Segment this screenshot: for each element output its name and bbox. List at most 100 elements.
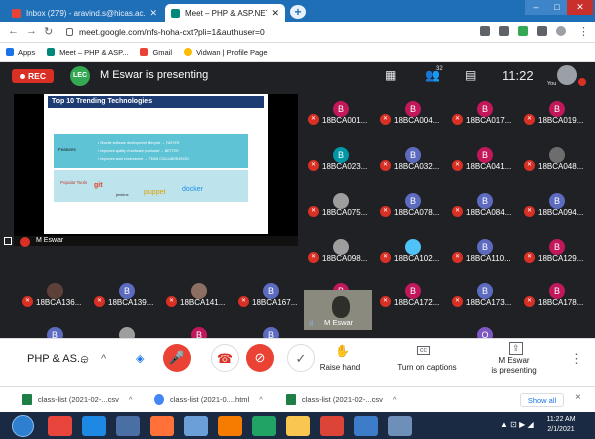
chat-icon[interactable]: ▤ <box>465 68 476 82</box>
more-options-icon[interactable]: ⋮ <box>570 351 583 367</box>
minimize-icon[interactable]: – <box>525 0 547 15</box>
hang-up-button[interactable]: ☎ <box>211 344 239 372</box>
new-tab-button[interactable]: + <box>290 5 306 19</box>
bookmark-gmail[interactable]: Gmail <box>140 48 172 57</box>
mic-toggle-button[interactable]: 🎤 <box>163 344 191 372</box>
show-all-button[interactable]: Show all <box>520 393 564 407</box>
explorer-taskbar-icon[interactable] <box>286 416 310 436</box>
download-item[interactable]: class-list (2021-02-...csv ^ <box>286 394 396 405</box>
participant-tile[interactable]: B ✕ 18BCA041... <box>448 144 516 176</box>
participant-tile[interactable]: B ✕ 18BCA019... <box>520 98 588 130</box>
participant-tile[interactable]: B ✕ 18BCA094... <box>520 190 588 222</box>
chevron-up-icon[interactable]: ^ <box>101 353 106 365</box>
raise-hand-label[interactable]: Raise hand <box>318 363 362 372</box>
menu-dots-icon[interactable]: ⋮ <box>578 25 589 38</box>
ie-taskbar-icon[interactable] <box>82 416 106 436</box>
self-face <box>332 296 350 318</box>
bookmarks-bar: Apps Meet – PHP & ASP... Gmail Vidwan | … <box>0 43 595 62</box>
download-item[interactable]: class-list (2021-0....html ^ <box>154 394 263 405</box>
presenter-avatar: LEC <box>70 66 90 86</box>
participant-tile[interactable]: ✕ 18BCA048... <box>520 144 588 176</box>
camera-slash-icon: ⊘ <box>254 350 266 365</box>
participant-avatar: B <box>333 101 349 117</box>
app10-taskbar-icon[interactable] <box>354 416 378 436</box>
chrome-taskbar-icon[interactable] <box>48 416 72 436</box>
participant-tile[interactable]: B ✕ 18BCA023... <box>304 144 372 176</box>
url-bar[interactable]: meet.google.com/nfs-hoha-cxt?pli=1&authu… <box>66 24 466 40</box>
self-video-tile[interactable]: ıl M Eswar <box>304 290 372 330</box>
system-tray-icons[interactable]: ▲ ⊡ ▶ ◢ <box>500 420 534 429</box>
camera-toggle-button[interactable]: ⊘ <box>246 344 274 372</box>
tab-gmail[interactable]: Inbox (279) - aravind.s@hicas.ac... ✕ <box>6 4 163 22</box>
chevron-up-icon[interactable]: ^ <box>393 395 397 404</box>
reload-icon[interactable]: ↻ <box>44 25 53 38</box>
bookmark-meet[interactable]: Meet – PHP & ASP... <box>47 48 128 57</box>
taskbar-clock[interactable]: 11:22 AM 2/1/2021 <box>541 415 581 435</box>
participant-tile[interactable]: B ✕ 18BCA178... <box>520 280 588 312</box>
participant-name: 18BCA110... <box>466 254 511 263</box>
download-item[interactable]: class-list (2021-02-...csv ^ <box>22 394 132 405</box>
bookmark-vidwan[interactable]: Vidwan | Profile Page <box>184 48 268 57</box>
participant-tile[interactable]: B ✕ 18BCA110... <box>448 236 516 268</box>
hand-icon[interactable]: ✋ <box>335 344 350 358</box>
check-button[interactable]: ✓ <box>287 344 315 372</box>
maximize-icon[interactable]: □ <box>547 0 567 15</box>
participant-tile[interactable]: B ✕ 18BCA017... <box>448 98 516 130</box>
back-icon[interactable]: ← <box>8 25 19 37</box>
app11-taskbar-icon[interactable] <box>388 416 412 436</box>
firefox-taskbar-icon[interactable] <box>150 416 174 436</box>
chevron-up-icon[interactable]: ^ <box>259 395 263 404</box>
chevron-up-icon[interactable]: ^ <box>129 395 133 404</box>
presenting-line2[interactable]: is presenting <box>482 366 546 375</box>
star-icon[interactable] <box>499 26 509 36</box>
extension-grid-icon[interactable] <box>518 26 528 36</box>
link-icon[interactable]: ⊖ <box>80 353 89 366</box>
close-tab-icon[interactable]: ✕ <box>271 8 279 19</box>
participant-tile[interactable]: B ✕ 18BCA032... <box>376 144 444 176</box>
participant-tile[interactable]: ✕ 18BCA136... <box>18 280 86 312</box>
meet-header: REC LEC M Eswar is presenting ▦ 👥 32 ▤ 1… <box>0 62 595 90</box>
gmail-icon <box>140 48 149 56</box>
tools-box: Popular Tools git jenkins puppet docker <box>54 170 248 202</box>
excel-taskbar-icon[interactable] <box>252 416 276 436</box>
camera-permission-icon[interactable] <box>480 26 490 36</box>
participant-tile[interactable]: B ✕ 18BCA078... <box>376 190 444 222</box>
layout-grid-icon[interactable]: ▦ <box>385 68 396 82</box>
profile-icon[interactable] <box>556 26 566 36</box>
files-taskbar-icon[interactable] <box>184 416 208 436</box>
window-close-icon[interactable]: ✕ <box>567 0 593 15</box>
captions-label[interactable]: Turn on captions <box>392 363 462 372</box>
participant-tile[interactable]: ✕ 18BCA075... <box>304 190 372 222</box>
bookmark-apps[interactable]: Apps <box>6 48 35 57</box>
meeting-name[interactable]: PHP & AS... <box>27 353 86 365</box>
captions-icon[interactable]: cc <box>417 346 430 355</box>
media-taskbar-icon[interactable] <box>116 416 140 436</box>
shared-screen[interactable]: Top 10 Trending Technologies Features • … <box>14 94 298 246</box>
participant-tile[interactable]: B ✕ 18BCA173... <box>448 280 516 312</box>
participant-tile[interactable]: ✕ 18BCA098... <box>304 236 372 268</box>
close-tab-icon[interactable]: ✕ <box>149 8 157 19</box>
mic-slash-icon: 🎤 <box>168 350 186 365</box>
participant-tile[interactable]: B ✕ 18BCA139... <box>90 280 158 312</box>
tab-label: Inbox (279) - aravind.s@hicas.ac... <box>26 8 146 18</box>
presenting-line1[interactable]: M Eswar <box>482 356 546 365</box>
tab-meet[interactable]: Meet – PHP & ASP.NET (16C ✕ <box>165 4 285 22</box>
shield-icon[interactable]: ◈ <box>136 352 144 365</box>
participant-tile[interactable]: B ✕ 18BCA004... <box>376 98 444 130</box>
participant-tile[interactable]: B ✕ 18BCA001... <box>304 98 372 130</box>
gmail-favicon-icon <box>12 8 21 18</box>
participant-tile[interactable]: B ✕ 18BCA172... <box>376 280 444 312</box>
you-avatar[interactable] <box>557 65 577 85</box>
puzzle-icon[interactable] <box>537 26 547 36</box>
vlc-taskbar-icon[interactable] <box>218 416 242 436</box>
participant-tile[interactable]: B ✕ 18BCA129... <box>520 236 588 268</box>
present-now-icon[interactable]: ⇪ <box>509 342 523 355</box>
participant-tile[interactable]: ✕ 18BCA102... <box>376 236 444 268</box>
forward-icon[interactable]: → <box>26 25 37 37</box>
close-shelf-icon[interactable]: × <box>575 392 581 403</box>
windows-start-icon[interactable] <box>12 415 34 437</box>
participant-tile[interactable]: B ✕ 18BCA167... <box>234 280 302 312</box>
participant-tile[interactable]: B ✕ 18BCA084... <box>448 190 516 222</box>
chrome2-taskbar-icon[interactable] <box>320 416 344 436</box>
participant-tile[interactable]: ✕ 18BCA141... <box>162 280 230 312</box>
